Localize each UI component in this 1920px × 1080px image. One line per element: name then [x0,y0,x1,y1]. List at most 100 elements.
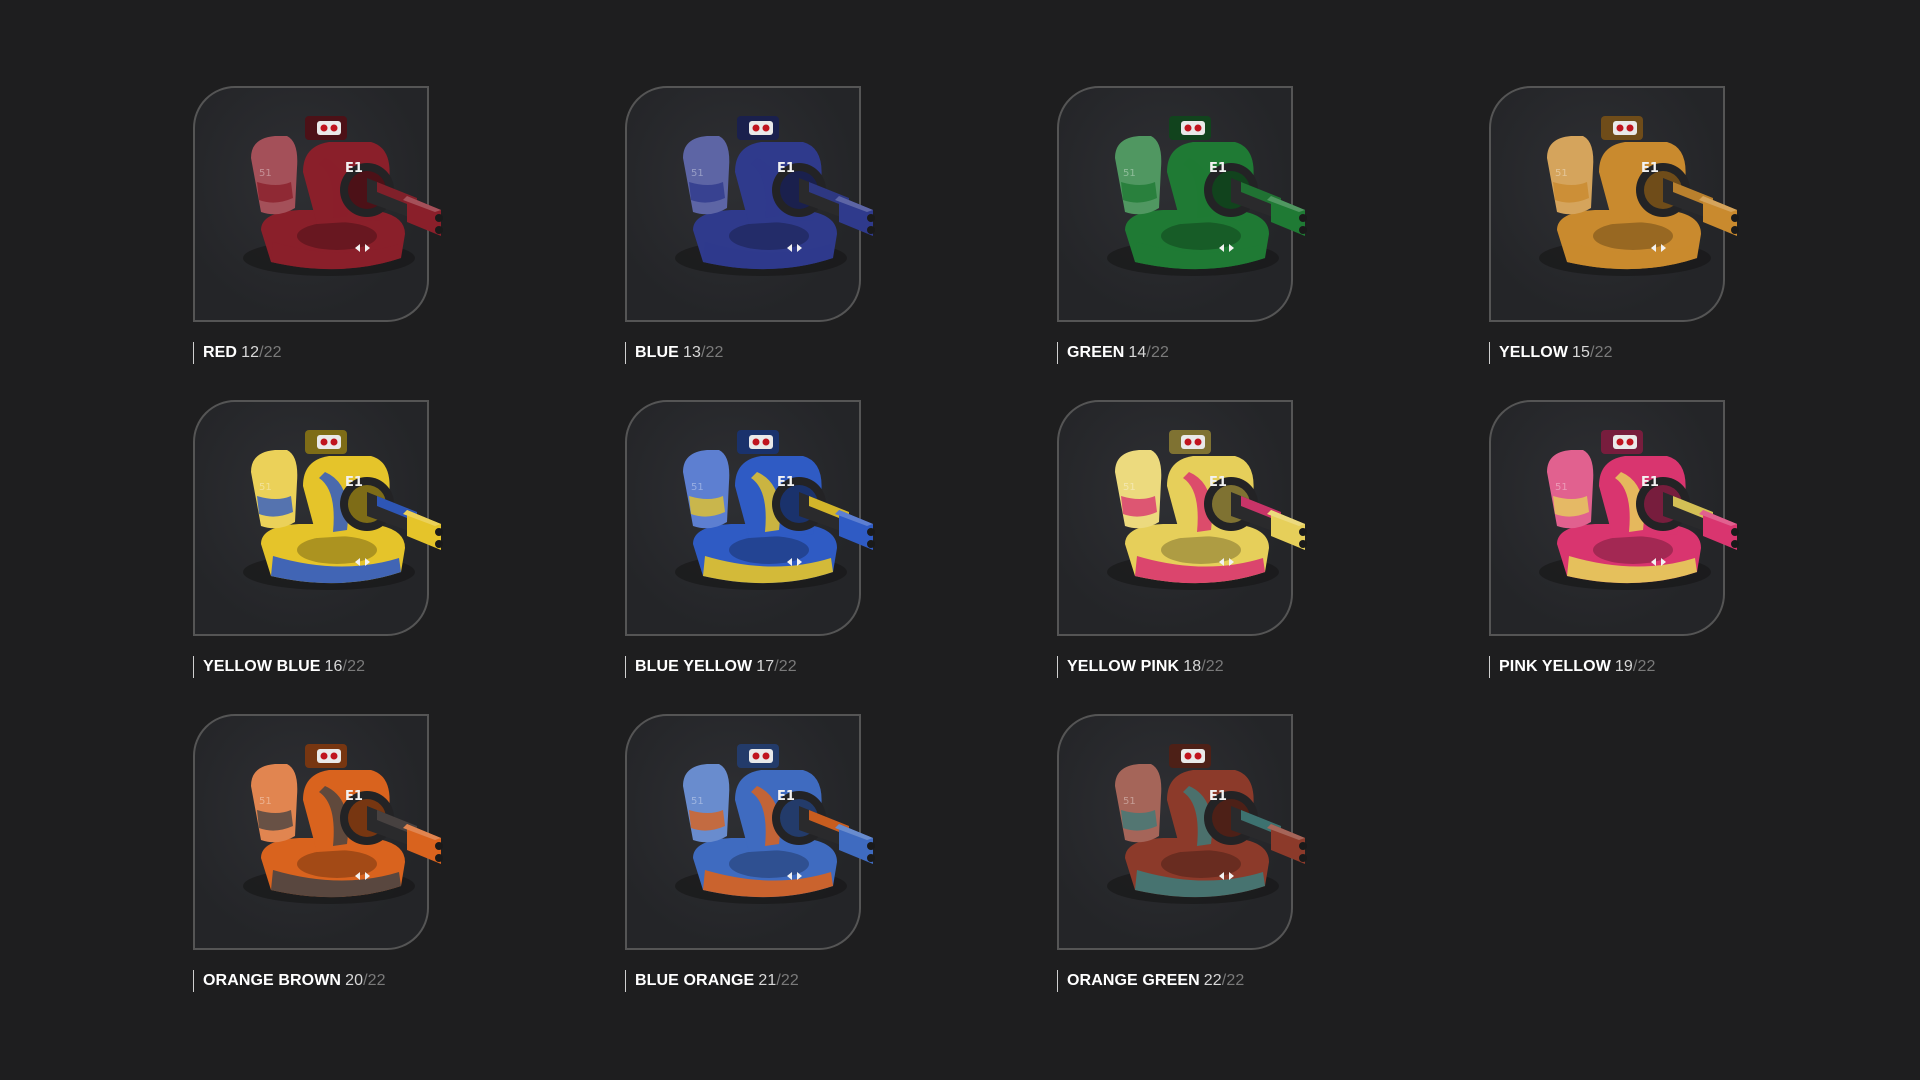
variant-caption: ORANGE BROWN 20/22 [193,970,386,992]
svg-text:E1: E1 [777,161,795,176]
turret-render: E1 51 [243,116,443,276]
variant-name: YELLOW [1499,344,1569,361]
svg-text:E1: E1 [1209,475,1227,490]
variant-total: /22 [1146,344,1169,361]
variant-name: GREEN [1067,344,1125,361]
variant-index: 22 [1203,972,1222,989]
svg-text:51: 51 [691,168,704,179]
svg-text:E1: E1 [345,161,363,176]
variant-thumbnail[interactable]: E1 51 [1057,400,1307,636]
svg-text:E1: E1 [777,475,795,490]
svg-text:51: 51 [1555,482,1568,493]
variant-name: ORANGE BROWN [203,972,342,989]
variant-index: 13 [682,344,701,361]
variant-index: 18 [1183,658,1202,675]
variant-card-orange-green[interactable]: E1 51 ORANGE GREEN 22/22 [1057,714,1337,1014]
variant-name: BLUE YELLOW [635,658,753,675]
variant-name: ORANGE GREEN [1067,972,1200,989]
turret-render: E1 51 [1107,116,1307,276]
variant-name: PINK YELLOW [1499,658,1611,675]
svg-text:51: 51 [691,482,704,493]
variant-caption: GREEN 14/22 [1057,342,1169,364]
variant-caption: YELLOW 15/22 [1489,342,1613,364]
svg-text:51: 51 [1123,168,1136,179]
variant-index: 19 [1614,658,1633,675]
variant-caption: YELLOW BLUE 16/22 [193,656,365,678]
svg-text:51: 51 [259,482,272,493]
variant-total: /22 [1201,658,1224,675]
svg-text:51: 51 [1123,482,1136,493]
svg-text:E1: E1 [1641,475,1659,490]
variant-thumbnail[interactable]: E1 51 [193,400,443,636]
variant-caption: ORANGE GREEN 22/22 [1057,970,1244,992]
variant-card-blue-yellow[interactable]: E1 51 BLUE YELLOW 17/22 [625,400,905,700]
turret-render: E1 51 [675,744,875,904]
variant-index: 20 [345,972,364,989]
variant-index: 16 [324,658,343,675]
svg-text:E1: E1 [345,789,363,804]
variant-caption: BLUE 13/22 [625,342,724,364]
variant-thumbnail[interactable]: E1 51 [193,714,443,950]
variant-index: 12 [241,344,260,361]
variant-total: /22 [774,658,797,675]
variant-thumbnail[interactable]: E1 51 [625,400,875,636]
turret-render: E1 51 [675,430,875,590]
svg-text:E1: E1 [345,475,363,490]
svg-text:E1: E1 [1209,789,1227,804]
variant-index: 14 [1128,344,1147,361]
svg-text:E1: E1 [777,789,795,804]
variant-card-yellow-blue[interactable]: E1 51 YELLOW BLUE 16/22 [193,400,473,700]
variant-name: RED [203,344,238,361]
variant-total: /22 [1632,658,1656,675]
svg-text:51: 51 [259,796,272,807]
variant-caption: YELLOW PINK 18/22 [1057,656,1224,678]
variant-name: BLUE ORANGE [635,972,755,989]
variant-total: /22 [1590,344,1613,361]
variant-grid: E1 51 RED 12/22 E1 51 BLUE 13/22 E1 51 G… [0,0,1920,1080]
variant-card-orange-brown[interactable]: E1 51 ORANGE BROWN 20/22 [193,714,473,1014]
svg-text:51: 51 [1123,796,1136,807]
turret-render: E1 51 [1539,116,1739,276]
variant-thumbnail[interactable]: E1 51 [625,86,875,322]
variant-thumbnail[interactable]: E1 51 [193,86,443,322]
variant-total: /22 [342,658,366,675]
turret-render: E1 51 [243,744,443,904]
turret-render: E1 51 [1539,430,1739,590]
variant-card-blue-orange[interactable]: E1 51 BLUE ORANGE 21/22 [625,714,905,1014]
svg-text:51: 51 [1555,168,1568,179]
variant-name: YELLOW PINK [1067,658,1180,675]
variant-card-yellow[interactable]: E1 51 YELLOW 15/22 [1489,86,1769,386]
variant-caption: RED 12/22 [193,342,282,364]
variant-total: /22 [1221,972,1245,989]
turret-render: E1 51 [1107,430,1307,590]
variant-card-yellow-pink[interactable]: E1 51 YELLOW PINK 18/22 [1057,400,1337,700]
turret-render: E1 51 [1107,744,1307,904]
variant-card-green[interactable]: E1 51 GREEN 14/22 [1057,86,1337,386]
variant-index: 17 [756,658,775,675]
variant-total: /22 [776,972,799,989]
variant-card-red[interactable]: E1 51 RED 12/22 [193,86,473,386]
variant-index: 15 [1572,344,1591,361]
svg-text:E1: E1 [1209,161,1227,176]
variant-thumbnail[interactable]: E1 51 [1057,714,1307,950]
svg-text:51: 51 [259,168,272,179]
variant-thumbnail[interactable]: E1 51 [1489,86,1739,322]
variant-caption: BLUE YELLOW 17/22 [625,656,797,678]
variant-total: /22 [363,972,386,989]
variant-thumbnail[interactable]: E1 51 [1489,400,1739,636]
variant-caption: BLUE ORANGE 21/22 [625,970,799,992]
variant-card-blue[interactable]: E1 51 BLUE 13/22 [625,86,905,386]
svg-text:E1: E1 [1641,161,1659,176]
variant-total: /22 [259,344,282,361]
variant-thumbnail[interactable]: E1 51 [1057,86,1307,322]
turret-render: E1 51 [675,116,875,276]
turret-render: E1 51 [243,430,443,590]
variant-name: YELLOW BLUE [203,658,321,675]
svg-text:51: 51 [691,796,704,807]
variant-name: BLUE [635,344,679,361]
variant-index: 21 [758,972,777,989]
variant-thumbnail[interactable]: E1 51 [625,714,875,950]
variant-total: /22 [700,344,724,361]
variant-card-pink-yellow[interactable]: E1 51 PINK YELLOW 19/22 [1489,400,1769,700]
variant-caption: PINK YELLOW 19/22 [1489,656,1655,678]
